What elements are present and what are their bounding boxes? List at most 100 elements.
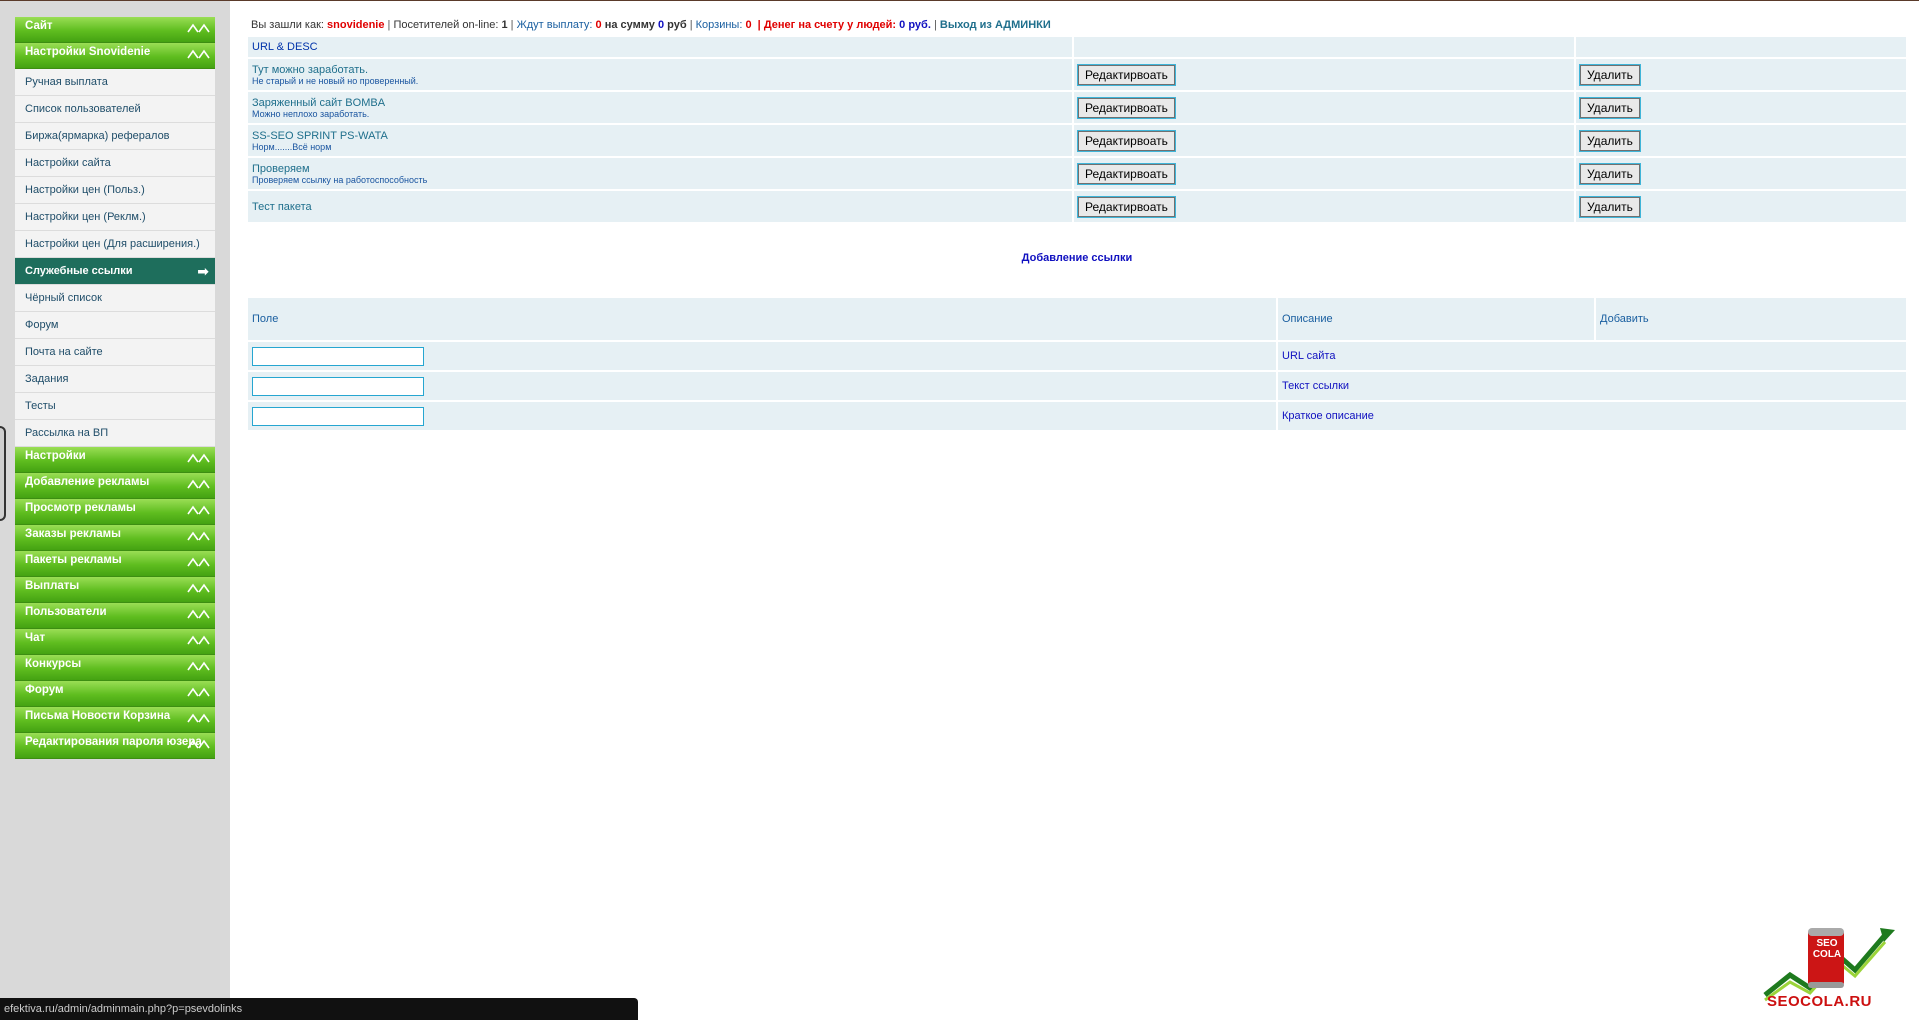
menu-category-bottom-3[interactable]: Заказы рекламы (15, 525, 215, 551)
username: snovidenie (327, 19, 385, 31)
link-description: Можно неплохо заработать. (252, 108, 370, 119)
menu-category-label: Пользователи (25, 606, 107, 618)
sidebar-item-label: Тесты (25, 400, 56, 412)
chevron-up-icon[interactable] (187, 737, 211, 751)
menu-category-bottom-5[interactable]: Выплаты (15, 577, 215, 603)
links-header: URL & DESC (248, 37, 1072, 57)
sidebar-item-label: Чёрный список (25, 292, 102, 304)
carts-label: Корзины: (695, 19, 743, 31)
logged-as-label: Вы зашли как: (251, 19, 324, 31)
side-handle[interactable] (0, 426, 6, 521)
sum-label: на сумму (604, 19, 655, 31)
sidebar-item-5[interactable]: Настройки цен (Реклм.) (15, 204, 215, 231)
chevron-up-icon[interactable] (187, 21, 211, 35)
table-row: Заряженный сайт BOMBA Можно неплохо зараб… (248, 92, 1906, 123)
bottom-categories: Настройки Добавление рекламы Просмотр рекл… (15, 447, 215, 759)
sub-items: Ручная выплата Список пользователей Биржа(… (15, 69, 215, 447)
menu-category-bottom-4[interactable]: Пакеты рекламы (15, 551, 215, 577)
field-description: URL сайта (1278, 342, 1906, 370)
links-table: URL & DESC Тут можно заработать. Не стары… (246, 35, 1908, 224)
awaiting-count: 0 (595, 19, 602, 31)
sidebar-item-1[interactable]: Список пользователей (15, 96, 215, 123)
chevron-up-icon[interactable] (187, 477, 211, 491)
menu-category-bottom-10[interactable]: Письма Новости Корзина (15, 707, 215, 733)
menu-category-label: Просмотр рекламы (25, 502, 136, 514)
edit-button[interactable]: Редактирвоать (1077, 63, 1176, 86)
sidebar-item-0[interactable]: Ручная выплата (15, 69, 215, 96)
sum-currency: руб (667, 19, 687, 31)
chevron-up-icon[interactable] (187, 711, 211, 725)
menu-category-bottom-2[interactable]: Просмотр рекламы (15, 499, 215, 525)
edit-button[interactable]: Редактирвоать (1077, 129, 1176, 152)
sidebar-item-10[interactable]: Почта на сайте (15, 339, 215, 366)
field-input-2[interactable] (252, 406, 424, 426)
link-title[interactable]: Проверяем (252, 163, 1068, 175)
sidebar-item-11[interactable]: Задания (15, 366, 215, 393)
chevron-up-icon[interactable] (187, 47, 211, 61)
menu-category-label: Настройки Snovidenie (25, 46, 151, 58)
menu-category-bottom-11[interactable]: Редактирования пароля юзера (15, 733, 215, 759)
menu-category-bottom-7[interactable]: Чат (15, 629, 215, 655)
chevron-up-icon[interactable] (187, 529, 211, 543)
edit-button[interactable]: Редактирвоать (1077, 96, 1176, 119)
delete-button[interactable]: Удалить (1579, 129, 1641, 152)
sidebar-item-12[interactable]: Тесты (15, 393, 215, 420)
sidebar-item-7[interactable]: Служебные ссылки ➡ (15, 258, 215, 285)
add-button[interactable]: Добавить (1600, 313, 1649, 325)
link-description: Не старый и не новый но проверенный. (252, 75, 419, 86)
browser-status-bar: efektiva.ru/admin/adminmain.php?p=psevdo… (0, 998, 638, 1020)
menu-category-bottom-0[interactable]: Настройки (15, 447, 215, 473)
sidebar-item-3[interactable]: Настройки сайта (15, 150, 215, 177)
menu-category-bottom-8[interactable]: Конкурсы (15, 655, 215, 681)
table-row: Тест пакета Редактирвоать Удалить (248, 191, 1906, 222)
link-description: Проверяем ссылку на работоспособность (252, 174, 428, 185)
menu-category-bottom-9[interactable]: Форум (15, 681, 215, 707)
sidebar-item-9[interactable]: Форум (15, 312, 215, 339)
link-title[interactable]: SS-SEO SPRINT PS-WATA (252, 130, 1068, 142)
sidebar-item-8[interactable]: Чёрный список (15, 285, 215, 312)
sidebar-item-6[interactable]: Настройки цен (Для расширения.) (15, 231, 215, 258)
chevron-up-icon[interactable] (187, 451, 211, 465)
online-label: Посетителей on-line: (393, 19, 499, 31)
sidebar-item-4[interactable]: Настройки цен (Польз.) (15, 177, 215, 204)
menu-category-label: Добавление рекламы (25, 476, 150, 488)
chevron-up-icon[interactable] (187, 633, 211, 647)
menu-category-label: Сайт (25, 20, 53, 32)
delete-button[interactable]: Удалить (1579, 63, 1641, 86)
menu-category-bottom-1[interactable]: Добавление рекламы (15, 473, 215, 499)
menu-category-top-1[interactable]: Настройки Snovidenie (15, 43, 215, 69)
sidebar-item-13[interactable]: Рассылка на ВП (15, 420, 215, 447)
menu-category-label: Заказы рекламы (25, 528, 121, 540)
menu-category-bottom-6[interactable]: Пользователи (15, 603, 215, 629)
delete-button[interactable]: Удалить (1579, 162, 1641, 185)
menu-category-label: Пакеты рекламы (25, 554, 122, 566)
field-input-1[interactable] (252, 376, 424, 396)
chevron-up-icon[interactable] (187, 555, 211, 569)
money-value: 0 руб. (899, 19, 931, 31)
chevron-up-icon[interactable] (187, 659, 211, 673)
awaiting-label: Ждут выплату: (516, 19, 593, 31)
logout-link[interactable]: Выход из АДМИНКИ (940, 19, 1051, 31)
link-title[interactable]: Тест пакета (252, 201, 1068, 213)
edit-button[interactable]: Редактирвоать (1077, 162, 1176, 185)
chevron-up-icon[interactable] (187, 503, 211, 517)
link-title[interactable]: Тут можно заработать. (252, 64, 1068, 76)
sidebar-item-label: Рассылка на ВП (25, 427, 109, 439)
menu-category-label: Письма Новости Корзина (25, 710, 171, 722)
edit-button[interactable]: Редактирвоать (1077, 195, 1176, 218)
sidebar-item-2[interactable]: Биржа(ярмарка) рефералов (15, 123, 215, 150)
chevron-up-icon[interactable] (187, 607, 211, 621)
sidebar-item-label: Настройки сайта (25, 157, 111, 169)
sidebar: Сайт Настройки Snovidenie Ручная выплата С… (0, 1, 230, 1020)
carts-count: 0 (745, 19, 752, 31)
delete-button[interactable]: Удалить (1579, 195, 1641, 218)
field-input-0[interactable] (252, 346, 424, 366)
delete-button[interactable]: Удалить (1579, 96, 1641, 119)
field-description: Краткое описание (1278, 402, 1906, 430)
chevron-up-icon[interactable] (187, 685, 211, 699)
link-title[interactable]: Заряженный сайт BOMBA (252, 97, 1068, 109)
menu-category-top-0[interactable]: Сайт (15, 17, 215, 43)
link-description: Норм.......Всё норм (252, 141, 332, 152)
col-field: Поле (248, 298, 1276, 340)
chevron-up-icon[interactable] (187, 581, 211, 595)
